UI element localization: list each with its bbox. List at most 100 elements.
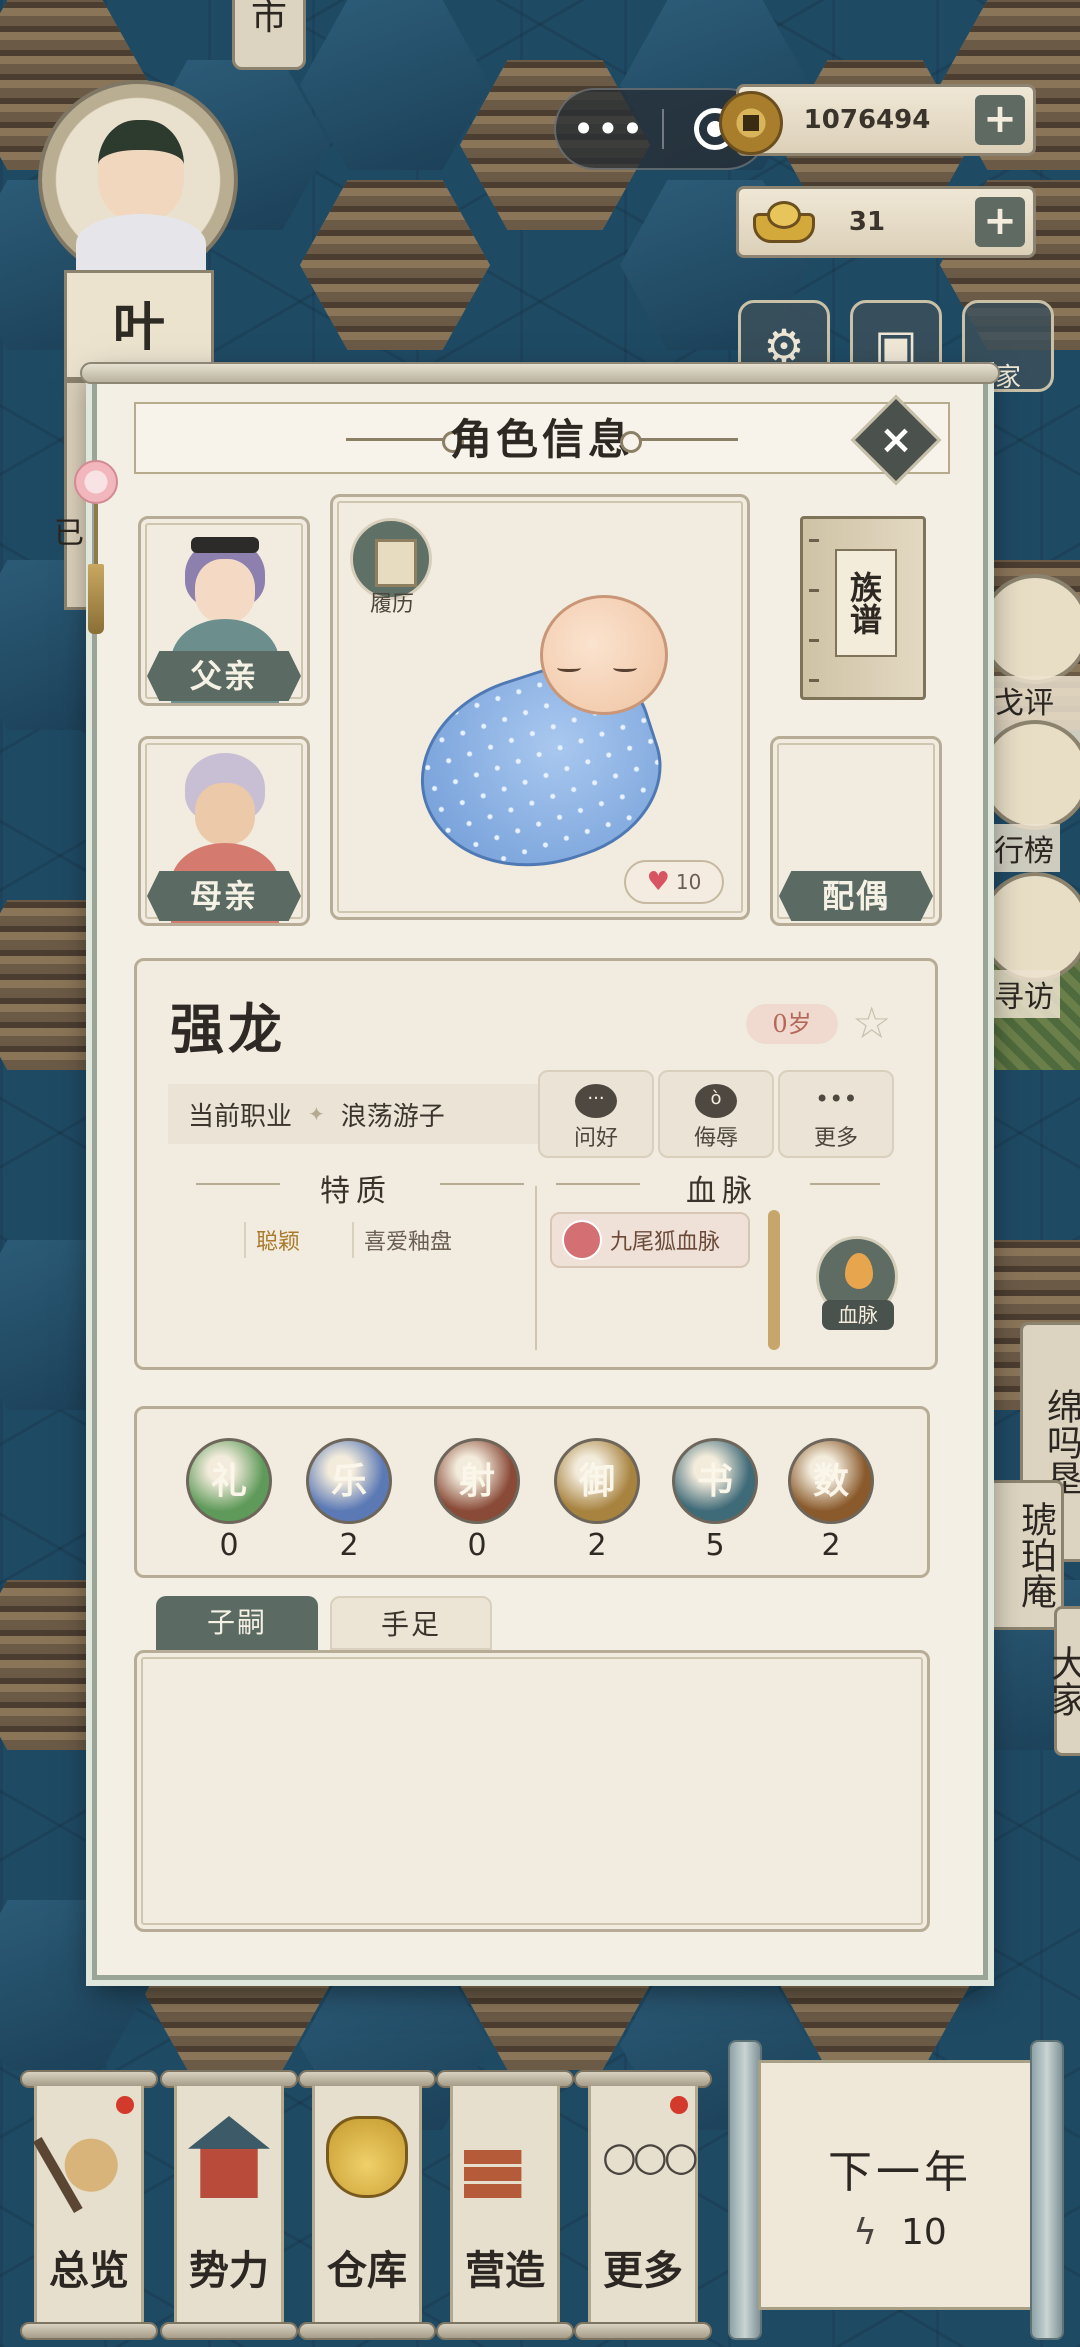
charioteering-skill-icon: 御 <box>554 1438 640 1524</box>
traits-header: 特质 <box>320 1174 392 1209</box>
tab-children[interactable]: 子嗣 <box>156 1596 318 1650</box>
bloodline-divider-right <box>810 1183 880 1185</box>
lightning-icon: ϟ <box>853 2212 877 2253</box>
close-icon: × <box>879 417 913 463</box>
more-dots-icon: ••• <box>815 1085 858 1113</box>
angry-face-icon: ò <box>695 1084 737 1118</box>
book-stitch <box>809 539 819 542</box>
father-label: 父亲 <box>147 651 301 701</box>
more-menu-button[interactable]: ○○○ 更多 <box>574 2070 712 2340</box>
job-separator: ✦ <box>308 1102 325 1126</box>
tassel-cord <box>94 504 98 564</box>
charioteering-skill-value: 2 <box>587 1528 607 1563</box>
father-card[interactable]: 父亲 <box>138 516 310 706</box>
add-coins-button[interactable]: + <box>975 95 1025 145</box>
current-job-bar: 当前职业 ✦ 浪荡游子 <box>168 1084 538 1144</box>
rites-skill-value: 0 <box>219 1528 239 1563</box>
tab-siblings[interactable]: 手足 <box>330 1596 492 1650</box>
baby-eye <box>557 664 581 672</box>
music-skill-value: 2 <box>339 1528 359 1563</box>
more-circles-icon: ○○○ <box>602 2134 699 2180</box>
spouse-label: 配偶 <box>779 871 933 921</box>
next-year-label: 下一年 <box>828 2147 972 2198</box>
title-ornament-right <box>620 431 738 453</box>
relatives-list-panel[interactable] <box>134 1650 930 1932</box>
baby-portrait <box>396 585 684 898</box>
mathematics-skill-value: 2 <box>821 1528 841 1563</box>
bloodline-header: 血脉 <box>686 1174 758 1209</box>
more-notification-dot <box>670 2096 688 2114</box>
traits-divider-left <box>196 1183 280 1185</box>
book-stitch <box>809 639 819 642</box>
job-value: 浪荡游子 <box>340 1101 445 1132</box>
greet-button[interactable]: ··· 问好 <box>538 1070 654 1158</box>
character-name: 强龙 <box>170 997 286 1061</box>
overview-label: 总览 <box>49 2247 129 2294</box>
insult-label: 侮辱 <box>693 1126 738 1151</box>
speech-bubble-icon: ··· <box>575 1084 617 1118</box>
trait-tag[interactable]: 聪颖 <box>244 1222 310 1258</box>
greet-label: 问好 <box>573 1126 618 1151</box>
archery-skill-value: 0 <box>467 1528 487 1563</box>
construction-button[interactable]: 营造 <box>436 2070 574 2340</box>
job-key: 当前职业 <box>188 1101 293 1132</box>
energy-value: 10 <box>900 2212 947 2253</box>
fox-icon <box>562 1220 602 1260</box>
mother-card[interactable]: 母亲 <box>138 736 310 926</box>
scroll-rod <box>80 362 1000 384</box>
add-ingots-button[interactable]: + <box>975 197 1025 247</box>
ranking-button[interactable] <box>980 720 1080 830</box>
top-plaque[interactable]: 市 <box>232 0 306 70</box>
side-plaque-2[interactable]: 大家 <box>1045 1606 1080 1756</box>
review-button[interactable] <box>980 574 1080 684</box>
energy-cost: ϟ 10 <box>728 2212 1072 2253</box>
favorite-star-button[interactable]: ☆ <box>852 998 891 1049</box>
section-vertical-divider <box>535 1186 537 1350</box>
warehouse-button[interactable]: 仓库 <box>298 2070 436 2340</box>
baby-eye <box>613 664 637 672</box>
visit-label: 寻访 <box>988 970 1060 1018</box>
bloodline-divider-left <box>556 1183 640 1185</box>
trait-tag[interactable]: 喜爱釉盘 <box>352 1222 462 1258</box>
dialog-title-bar: 角色信息 <box>134 402 950 474</box>
bloodline-name: 九尾狐血脉 <box>610 1230 721 1255</box>
age-badge: 0岁 <box>746 1004 838 1044</box>
visit-button[interactable] <box>980 872 1080 982</box>
next-year-button[interactable]: 下一年 ϟ 10 <box>728 2040 1072 2340</box>
more-actions-label: 更多 <box>813 1126 858 1151</box>
genealogy-book-button[interactable]: 族谱 <box>800 516 926 700</box>
coin-counter: 1076494 + <box>719 84 1036 156</box>
bloodline-chip[interactable]: 九尾狐血脉 <box>550 1212 750 1268</box>
overview-button[interactable]: 总览 <box>20 2070 158 2340</box>
traits-divider-right <box>440 1183 524 1185</box>
affection-badge: ♥ 10 <box>624 860 724 904</box>
gold-ingot-icon <box>753 201 815 243</box>
copper-coin-icon <box>719 91 783 155</box>
calligraphy-skill-icon: 书 <box>672 1438 758 1524</box>
side-plaque-2-text: 大家 <box>1045 1645 1080 1717</box>
warehouse-label: 仓库 <box>327 2247 407 2294</box>
flower-icon <box>74 460 118 504</box>
insult-button[interactable]: ò 侮辱 <box>658 1070 774 1158</box>
faction-button[interactable]: 势力 <box>160 2070 298 2340</box>
amber-hut-plaque[interactable]: 琥珀庵 <box>984 1480 1064 1630</box>
player-avatar[interactable] <box>38 80 238 280</box>
overview-notification-dot <box>116 2096 134 2114</box>
dialog-title: 角色信息 <box>449 415 634 464</box>
heart-icon: ♥ <box>646 867 670 897</box>
more-actions-button[interactable]: ••• 更多 <box>778 1070 894 1158</box>
rites-skill-icon: 礼 <box>186 1438 272 1524</box>
money-bag-icon <box>326 2116 408 2198</box>
book-stitch <box>809 589 819 592</box>
ranking-label: 行榜 <box>988 824 1060 872</box>
mathematics-skill-icon: 数 <box>788 1438 874 1524</box>
more-menu-label: 更多 <box>603 2247 683 2294</box>
affection-value: 10 <box>675 870 702 894</box>
baby-head <box>540 595 668 715</box>
tassel-ornament <box>74 440 118 640</box>
player-surname: 叶 <box>112 297 165 358</box>
spouse-card[interactable]: 配偶 <box>770 736 942 926</box>
calligraphy-skill-value: 5 <box>705 1528 725 1563</box>
bloodline-scrollbar[interactable] <box>768 1210 780 1350</box>
menu-dots-button[interactable]: ••• <box>556 88 662 170</box>
